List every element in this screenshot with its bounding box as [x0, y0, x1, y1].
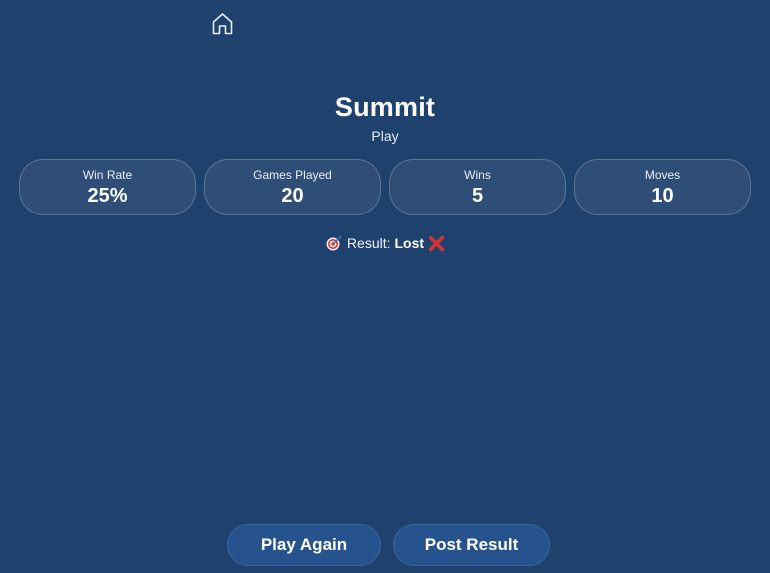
post-result-button[interactable]: Post Result — [393, 524, 550, 566]
result-line: Result: Lost — [0, 234, 770, 252]
target-icon — [325, 234, 343, 252]
game-mode: Play — [371, 128, 399, 144]
stat-card-games-played: Games Played 20 — [204, 159, 381, 215]
stat-card-win-rate: Win Rate 25% — [19, 159, 196, 215]
play-again-button[interactable]: Play Again — [227, 524, 381, 566]
result-label: Result: — [346, 235, 391, 251]
home-icon — [212, 13, 233, 35]
stat-label: Games Played — [253, 168, 332, 182]
stat-value: 20 — [281, 185, 304, 207]
stat-value: 5 — [471, 185, 484, 207]
stat-value: 25% — [87, 185, 128, 207]
stat-label: Win Rate — [82, 168, 133, 182]
stats-row: Win Rate 25% Games Played 20 Wins 5 Move… — [19, 159, 751, 215]
stat-label: Wins — [464, 168, 491, 182]
stat-card-moves: Moves 10 — [574, 159, 751, 215]
stat-card-wins: Wins 5 — [389, 159, 566, 215]
game-title: Summit — [334, 92, 436, 122]
stat-value: 10 — [651, 185, 674, 207]
home-button[interactable] — [210, 11, 235, 36]
result-outcome: Lost — [394, 235, 425, 251]
stat-label: Moves — [644, 168, 681, 182]
action-buttons: Play Again Post Result — [227, 524, 550, 566]
cross-mark-icon — [428, 235, 445, 252]
